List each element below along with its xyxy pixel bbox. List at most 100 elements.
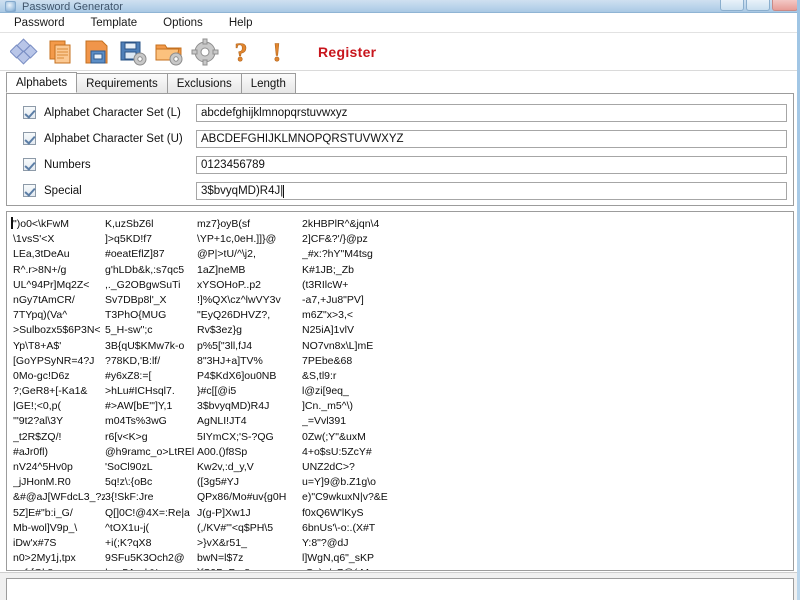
password-entry: Yp\T8+A$'	[13, 339, 62, 352]
bottom-panel	[6, 578, 794, 600]
password-entry: 1aZ]neMB	[197, 263, 246, 276]
label-uppercase: Alphabet Character Set (U)	[44, 132, 183, 145]
password-entry: m6Z"x>3,<	[302, 309, 353, 322]
label-lowercase: Alphabet Character Set (L)	[44, 106, 181, 119]
input-lowercase[interactable]: abcdefghijklmnopqrstuvwxyz	[196, 103, 787, 122]
generate-icon[interactable]	[8, 36, 41, 69]
password-entry: Sv7DBp8l'_X	[105, 293, 167, 306]
menu-item-help[interactable]: Help	[229, 15, 263, 31]
password-entry: xYSOHoP..p2	[197, 278, 262, 291]
password-entry: J(g-P]Xw1J	[197, 506, 251, 519]
password-entry: _jJHonM.R0	[13, 476, 71, 489]
password-column: K,uzSbZ6l]>q5KD!f7 #oeatEflZ]87 g'hLDb&k,:…	[105, 217, 197, 570]
password-entry: #>AW[bE'"]Y,1	[105, 400, 173, 413]
password-entry: 3$bvyqMD)R4J	[197, 400, 270, 413]
copy-documents-icon[interactable]	[44, 36, 77, 69]
tab-alphabets[interactable]: Alphabets	[6, 72, 78, 93]
close-button[interactable]	[772, 0, 798, 11]
password-entry: nGy7tAmCR/	[13, 293, 75, 306]
password-entry: P4$KdX6]ou0NB	[197, 369, 277, 382]
password-entry: bwN=l$7z	[197, 552, 244, 565]
save-icon[interactable]	[80, 36, 113, 69]
checkbox-lowercase[interactable]	[23, 106, 36, 119]
password-entry: 5_H-sw";c	[105, 324, 153, 337]
tab-requirements[interactable]: Requirements	[76, 73, 168, 93]
password-entry: l@zi[9eq_	[302, 385, 349, 398]
about-exclamation-icon[interactable]: !	[260, 36, 293, 69]
help-question-icon[interactable]: ?	[224, 36, 257, 69]
minimize-button[interactable]	[720, 0, 744, 11]
input-numbers[interactable]: 0123456789	[196, 155, 787, 174]
tab-exclusions[interactable]: Exclusions	[166, 73, 242, 93]
password-entry: ,._G2OBgwSuTi	[105, 278, 181, 291]
password-entry: ]Cn._m5^\)	[302, 400, 354, 413]
password-entry: 7TYpq)(Va^	[13, 309, 68, 322]
password-entry: UNZ2dC>?	[302, 461, 355, 473]
checkbox-special[interactable]	[23, 184, 36, 197]
password-entry: f0xQ6W'lKyS	[302, 506, 364, 519]
menu-item-template[interactable]: Template	[91, 15, 148, 31]
alphabets-panel: Alphabet Character Set (L) abcdefghijklm…	[6, 94, 794, 206]
password-entry: 5Z]E#"b:i_G/	[13, 506, 73, 519]
password-entry: N25iA]1vlV	[302, 324, 354, 337]
password-entry: (,/KV#'"<q$PH\5	[197, 521, 274, 534]
password-entry: A00.()f8Sp	[197, 445, 248, 458]
title-bar: Password Generator	[0, 0, 800, 13]
password-entry: Rv$3ez}g	[197, 324, 242, 337]
password-entry: 5IYmCX;'S-?QG	[197, 430, 274, 443]
save-settings-icon[interactable]	[116, 36, 149, 69]
password-entry: \1vsS'<X	[13, 233, 55, 246]
password-entry: NO7vn8x\L]mE	[302, 339, 374, 352]
password-entry: 0Zw(;Y"&uxM	[302, 430, 366, 443]
password-entry: 'SoCl90zL	[105, 461, 153, 473]
password-entry: +i(;K?qX8	[105, 536, 152, 549]
password-entry: ([3g5#YJ	[197, 476, 240, 489]
password-entry: #y6xZ8:=[	[105, 369, 152, 382]
password-entry: '"9t2?al\3Y	[13, 415, 64, 428]
password-entry: #oeatEflZ]87	[105, 248, 165, 261]
password-column: mz7}oyB(sf \YP+1c,0eH.]]}@ @P|>tU/^\j2, 1aZ…	[197, 217, 302, 570]
password-entry: mz7}oyB(sf	[197, 218, 251, 230]
password-entry: &S,tl9:r	[302, 369, 337, 382]
open-folder-settings-icon[interactable]	[152, 36, 185, 69]
password-column: ")o0<\kFwM \1vsS'<X LEa,3tDeAu R^.r>8N+/g UL…	[13, 217, 105, 570]
maximize-button[interactable]	[746, 0, 770, 11]
password-entry: @P|>tU/^\j2,	[197, 248, 256, 261]
password-entry: |_-z5A>d,%	[105, 566, 197, 570]
password-entry: ")o0<\kFwM	[13, 218, 69, 230]
password-entry: T3PhO{MUG	[105, 309, 167, 322]
password-entry: K#1JB;_Zb	[302, 263, 354, 276]
password-entry: 6bnUs'\-o:.(X#T	[302, 521, 376, 534]
password-entry: QPx86/Mo#uv{g0H	[197, 491, 287, 504]
password-entry: 0Mo-gc!D6z	[13, 369, 70, 382]
password-entry: _t2R$ZQ/!	[13, 430, 62, 443]
input-special[interactable]: 3$bvyqMD)R4J|	[196, 181, 787, 200]
label-numbers: Numbers	[44, 158, 91, 171]
register-link[interactable]: Register	[318, 44, 376, 60]
password-entry: Q[]0C!@4X=:Re|a	[105, 506, 190, 519]
password-entry: m04Ts%3wG	[105, 415, 167, 428]
password-entry: Y:8"?@dJ	[302, 536, 349, 549]
password-entry: 2kHBPlR^&jqn\4	[302, 218, 380, 230]
password-entry: 9SFu5K3Och2@	[105, 552, 185, 565]
password-entry: iDw'x#7S	[13, 536, 57, 549]
gear-icon[interactable]	[188, 36, 221, 69]
checkbox-uppercase[interactable]	[23, 132, 36, 145]
setting-row-lowercase: Alphabet Character Set (L) abcdefghijklm…	[13, 103, 787, 122]
generated-passwords-panel[interactable]: ")o0<\kFwM \1vsS'<X LEa,3tDeAu R^.r>8N+/g UL…	[6, 211, 794, 571]
app-icon	[5, 1, 16, 12]
password-entry: @h9ramc_o>LtREl	[105, 445, 195, 458]
password-entry: [GoYPSyNR=4?J	[13, 354, 95, 367]
password-entry: 4+o$sU:5ZcY#	[302, 445, 372, 458]
password-entry: _=Vvl391	[302, 415, 347, 428]
tab-length[interactable]: Length	[240, 73, 296, 93]
setting-row-numbers: Numbers 0123456789	[13, 155, 787, 174]
toolbar: ? ! Register	[0, 34, 800, 71]
input-uppercase[interactable]: ABCDEFGHIJKLMNOPQRSTUVWXYZ	[196, 129, 787, 148]
menu-item-options[interactable]: Options	[163, 15, 213, 31]
password-entry: u=Y]9@b.Z1g\o	[302, 476, 376, 489]
checkbox-numbers[interactable]	[23, 158, 36, 171]
text-caret	[11, 217, 13, 229]
menu-item-password[interactable]: Password	[14, 15, 75, 31]
password-entry: |GE!;<0,p(	[13, 400, 61, 413]
